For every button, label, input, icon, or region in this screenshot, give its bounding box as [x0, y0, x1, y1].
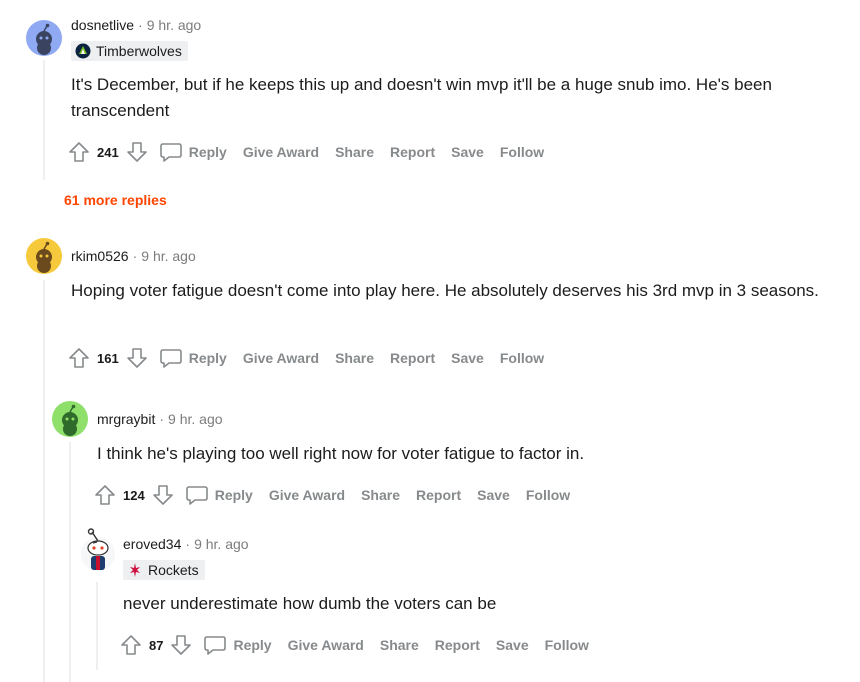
avatar[interactable]: [26, 238, 62, 274]
comment-bubble-icon: [159, 143, 182, 162]
comment-bubble-icon: [204, 636, 227, 655]
downvote-icon[interactable]: [169, 633, 193, 657]
reply-label: Reply: [188, 144, 227, 160]
timestamp[interactable]: 9 hr. ago: [168, 411, 223, 427]
username[interactable]: rkim0526: [71, 248, 129, 264]
vote-score: 124: [123, 487, 145, 503]
share-button[interactable]: Share: [361, 487, 400, 503]
snoo-avatar-icon: [81, 528, 115, 571]
save-button[interactable]: Save: [477, 487, 510, 503]
flair-label: Timberwolves: [96, 43, 182, 59]
snoo-avatar-icon: [62, 404, 78, 436]
rockets-logo-icon: [130, 563, 140, 577]
vote-score: 241: [97, 144, 119, 160]
save-button[interactable]: Save: [451, 350, 484, 366]
comment-actions: 241 Reply Give Award Share Report Save F…: [67, 137, 560, 167]
flair-label: Rockets: [148, 562, 199, 578]
username[interactable]: dosnetlive: [71, 17, 134, 33]
comment-meta: eroved34 · 9 hr. ago: [123, 536, 249, 552]
comment-actions: 87 Reply Give Award Share Report Save Fo…: [119, 630, 605, 660]
avatar[interactable]: [52, 401, 88, 437]
more-replies-link[interactable]: 61 more replies: [64, 192, 167, 208]
comment-bubble-icon: [185, 486, 208, 505]
vote-score: 161: [97, 350, 119, 366]
give-award-button[interactable]: Give Award: [243, 144, 319, 160]
separator-dot: ·: [138, 17, 143, 33]
comment-meta: rkim0526 · 9 hr. ago: [71, 248, 196, 264]
reply-button[interactable]: Reply: [203, 634, 272, 656]
downvote-icon[interactable]: [125, 346, 149, 370]
comment-body: Hoping voter fatigue doesn't come into p…: [71, 281, 819, 300]
timberwolves-logo-icon: [75, 43, 91, 59]
follow-button[interactable]: Follow: [526, 487, 570, 503]
username[interactable]: eroved34: [123, 536, 181, 552]
separator-dot: ·: [159, 411, 165, 427]
reply-label: Reply: [188, 350, 227, 366]
reply-button[interactable]: Reply: [159, 347, 227, 369]
comment-body: I think he's playing too well right now …: [97, 444, 585, 463]
share-button[interactable]: Share: [335, 144, 374, 160]
comment-meta: mrgraybit · 9 hr. ago: [97, 411, 223, 427]
save-button[interactable]: Save: [496, 637, 529, 653]
share-button[interactable]: Share: [380, 637, 419, 653]
thread-line[interactable]: [43, 60, 45, 180]
comment-meta: dosnetlive · 9 hr. ago: [71, 17, 201, 33]
save-button[interactable]: Save: [451, 144, 484, 160]
separator-dot: ·: [185, 536, 191, 552]
reply-button[interactable]: Reply: [159, 141, 227, 163]
upvote-icon[interactable]: [93, 483, 117, 507]
comment-body: It's December, but if he keeps this up a…: [71, 75, 772, 120]
share-button[interactable]: Share: [335, 350, 374, 366]
upvote-icon[interactable]: [119, 633, 143, 657]
timestamp[interactable]: 9 hr. ago: [141, 248, 196, 264]
upvote-icon[interactable]: [67, 346, 91, 370]
give-award-button[interactable]: Give Award: [288, 637, 364, 653]
comment-bubble-icon: [159, 349, 182, 368]
downvote-icon[interactable]: [151, 483, 175, 507]
comment-body: never underestimate how dumb the voters …: [123, 594, 497, 613]
snoo-avatar-icon: [36, 23, 52, 55]
snoo-avatar-icon: [36, 241, 52, 273]
follow-button[interactable]: Follow: [500, 144, 544, 160]
downvote-icon[interactable]: [125, 140, 149, 164]
follow-button[interactable]: Follow: [500, 350, 544, 366]
give-award-button[interactable]: Give Award: [243, 350, 319, 366]
thread-line[interactable]: [69, 442, 71, 682]
report-button[interactable]: Report: [390, 350, 435, 366]
comment-actions: 124 Reply Give Award Share Report Save F…: [93, 480, 586, 510]
comment-actions: 161 Reply Give Award Share Report Save F…: [67, 343, 560, 373]
username[interactable]: mrgraybit: [97, 411, 155, 427]
report-button[interactable]: Report: [390, 144, 435, 160]
upvote-icon[interactable]: [67, 140, 91, 164]
user-flair: Timberwolves: [71, 41, 188, 61]
separator-dot: ·: [132, 248, 138, 264]
thread-line[interactable]: [43, 280, 45, 682]
reply-label: Reply: [214, 487, 253, 503]
reply-label: Reply: [233, 637, 272, 653]
follow-button[interactable]: Follow: [545, 637, 589, 653]
timestamp[interactable]: 9 hr. ago: [147, 17, 202, 33]
avatar[interactable]: [26, 20, 62, 56]
reply-button[interactable]: Reply: [185, 484, 253, 506]
give-award-button[interactable]: Give Award: [269, 487, 345, 503]
avatar[interactable]: [78, 528, 118, 576]
user-flair: Rockets: [123, 560, 205, 580]
timestamp[interactable]: 9 hr. ago: [194, 536, 249, 552]
report-button[interactable]: Report: [435, 637, 480, 653]
report-button[interactable]: Report: [416, 487, 461, 503]
vote-score: 87: [149, 637, 164, 653]
thread-line[interactable]: [96, 582, 98, 670]
